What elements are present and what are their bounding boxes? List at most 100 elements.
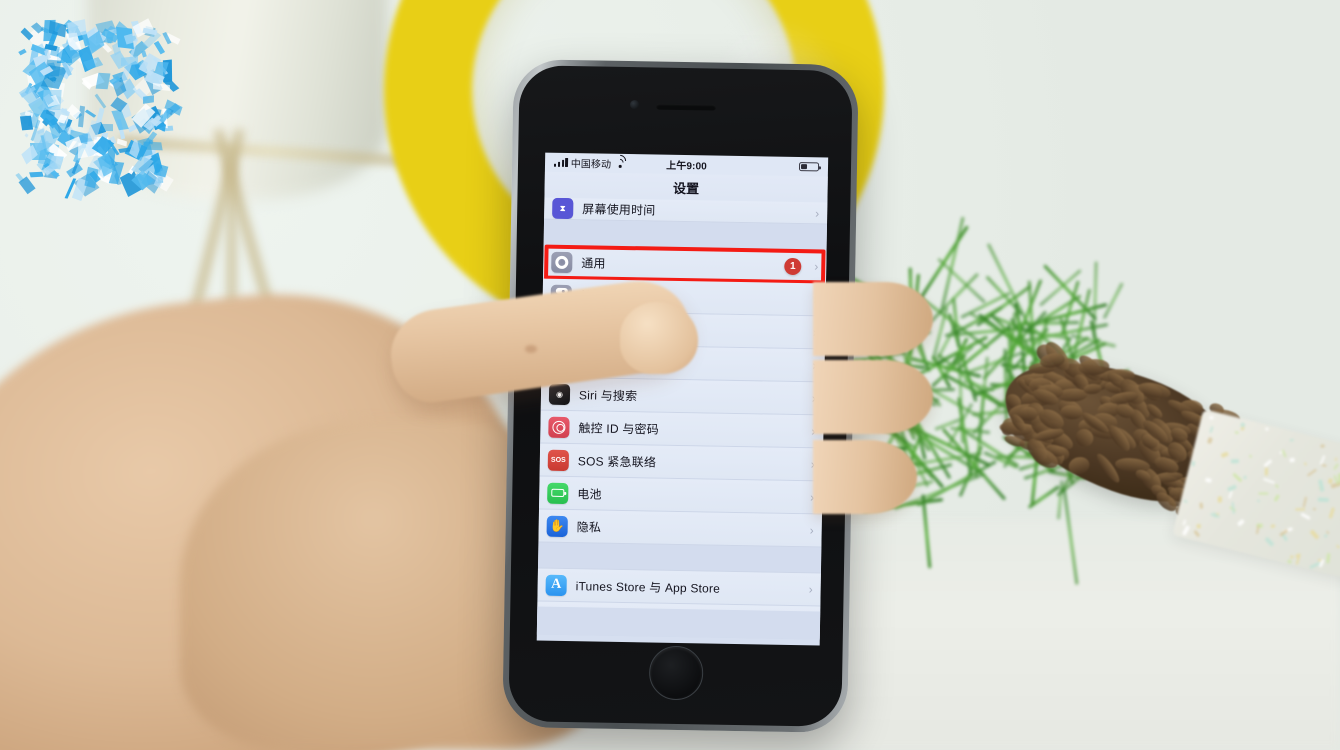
- ribbon-glint: [1242, 475, 1247, 480]
- ribbon-glint: [1279, 450, 1283, 455]
- watermark-shard: [66, 18, 87, 38]
- ribbon-glint: [1287, 559, 1293, 564]
- status-bar-left: 中国移动: [553, 152, 629, 171]
- ribbon-glint: [1256, 499, 1261, 504]
- ribbon-glint: [1318, 479, 1325, 492]
- list-item-label: 触控 ID 与密码: [578, 420, 660, 437]
- app-store-icon: A: [545, 574, 567, 596]
- fingerprint-icon: [548, 416, 570, 438]
- watermark-shard: [116, 138, 127, 147]
- ribbon-glint: [1248, 454, 1253, 459]
- hourglass-icon: ⧗: [552, 197, 574, 220]
- ribbon-glint: [1326, 530, 1330, 534]
- list-item-itunes-app-store[interactable]: A iTunes Store 与 App Store ›: [537, 568, 821, 607]
- ribbon-glint: [1301, 496, 1307, 509]
- ribbon-glint: [1196, 524, 1201, 529]
- watermark-shard: [95, 73, 110, 90]
- ribbon-glint: [1317, 497, 1329, 502]
- index-fingertip: [620, 302, 698, 374]
- ribbon-glint: [1259, 493, 1269, 495]
- home-button[interactable]: [648, 645, 704, 701]
- ribbon-glint: [1182, 519, 1186, 526]
- earpiece-speaker: [655, 103, 716, 111]
- wifi-icon: [611, 152, 629, 170]
- ribbon-glint: [1289, 457, 1296, 463]
- ribbon-glint: [1264, 467, 1269, 476]
- ribbon-glint: [1264, 536, 1275, 547]
- list-item-label: SOS 紧急联络: [577, 453, 657, 470]
- ribbon-glint: [1208, 415, 1214, 420]
- iphone-device[interactable]: 中国移动 上午9:00 设置 ⧗ 屏幕使用时间 › 通用 1 › ◉ Siri …: [502, 59, 859, 733]
- ribbon-glint: [1263, 459, 1273, 468]
- battery-green-icon: [547, 482, 569, 504]
- ribbon-glint: [1281, 449, 1287, 458]
- watermark-shard: [20, 115, 34, 131]
- list-item-label: 隐私: [576, 519, 602, 535]
- signal-bars-icon: [553, 157, 568, 167]
- list-item-label: 屏幕使用时间: [582, 202, 656, 218]
- ribbon-glint: [1336, 544, 1340, 548]
- chevron-right-icon: ›: [809, 523, 814, 538]
- ribbon-glint: [1234, 431, 1239, 435]
- watermark-shard: [153, 40, 166, 55]
- ribbon-glint: [1328, 506, 1335, 518]
- ribbon-glint: [1332, 463, 1339, 471]
- settings-list[interactable]: ⧗ 屏幕使用时间 › 通用 1 › 控制中: [536, 197, 828, 640]
- ribbon-glint: [1306, 469, 1317, 478]
- ribbon-glint: [1265, 427, 1269, 431]
- watermark-logo: [15, 2, 188, 202]
- watermark-shard: [20, 27, 33, 40]
- list-item-privacy[interactable]: ✋ 隐私 ›: [538, 509, 822, 548]
- siri-icon: ◉: [548, 383, 571, 405]
- watermark-shard: [24, 133, 29, 138]
- gear-icon: [551, 251, 573, 273]
- grip-finger-top: [813, 282, 933, 356]
- ribbon-glint: [1273, 493, 1280, 502]
- front-camera-icon: [629, 100, 639, 110]
- ribbon-glint: [1205, 478, 1212, 484]
- list-item-label: 电池: [577, 486, 602, 502]
- ribbon-glint: [1228, 490, 1234, 500]
- phone-screen[interactable]: 中国移动 上午9:00 设置 ⧗ 屏幕使用时间 › 通用 1 › ◉ Siri …: [536, 152, 829, 646]
- ribbon-glint: [1290, 555, 1294, 560]
- ribbon-glint: [1303, 461, 1308, 466]
- battery-icon: [798, 161, 820, 172]
- list-item-label: Siri 与搜索: [578, 387, 638, 403]
- list-item-siri-search[interactable]: ◉ Siri 与搜索 ›: [540, 377, 825, 416]
- ribbon-glint: [1233, 472, 1244, 483]
- ribbon-glint: [1289, 438, 1294, 442]
- chevron-right-icon: ›: [814, 259, 819, 274]
- ribbon-glint: [1230, 459, 1240, 464]
- ribbon-glint: [1321, 464, 1327, 467]
- ribbon-glint: [1320, 444, 1325, 448]
- list-item-general[interactable]: 通用 1 ›: [543, 244, 827, 285]
- ribbon-glint: [1327, 477, 1333, 484]
- grip-finger-middle: [813, 360, 933, 434]
- watermark-shard: [84, 109, 96, 119]
- ribbon-glint: [1325, 552, 1331, 564]
- tripod-leg-center: [228, 150, 235, 310]
- photo-scene: 中国移动 上午9:00 设置 ⧗ 屏幕使用时间 › 通用 1 › ◉ Siri …: [0, 0, 1340, 750]
- ribbon-glint: [1181, 524, 1190, 536]
- ribbon-glint: [1300, 512, 1311, 520]
- list-item-sos[interactable]: SOS SOS 紧急联络 ›: [539, 443, 824, 482]
- ribbon-glint: [1192, 530, 1200, 538]
- chevron-right-icon: ›: [808, 582, 813, 597]
- carrier-label: 中国移动: [570, 159, 612, 171]
- ribbon-glint: [1191, 461, 1196, 467]
- status-bar-right: [798, 161, 820, 172]
- finger-knuckle: [525, 345, 537, 353]
- hand-privacy-icon: ✋: [546, 515, 568, 537]
- watermark-shard: [18, 176, 36, 195]
- ribbon-glint: [1207, 436, 1213, 444]
- ribbon-glint: [1334, 457, 1338, 462]
- ribbon-glint: [1217, 496, 1222, 502]
- phone-front-glass: 中国移动 上午9:00 设置 ⧗ 屏幕使用时间 › 通用 1 › ◉ Siri …: [508, 65, 853, 727]
- ribbon-glint: [1209, 425, 1214, 434]
- watermark-shard: [77, 105, 85, 128]
- watermark-shard: [28, 172, 44, 179]
- watermark-shard: [95, 93, 108, 109]
- watermark-shard: [100, 124, 114, 132]
- list-item-touch-id-passcode[interactable]: 触控 ID 与密码 ›: [540, 410, 824, 449]
- list-item-battery[interactable]: 电池 ›: [538, 476, 823, 515]
